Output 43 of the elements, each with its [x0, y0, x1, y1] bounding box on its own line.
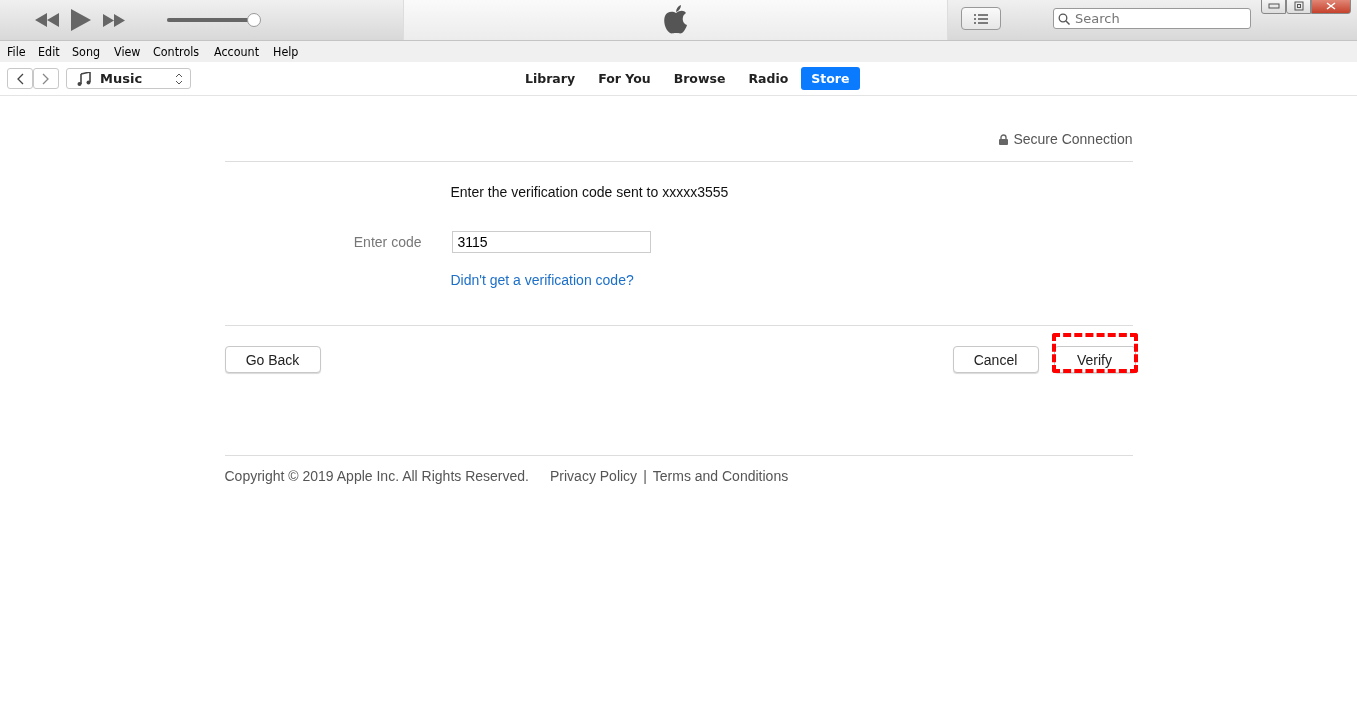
field-label: Enter code [352, 234, 423, 250]
media-picker[interactable]: Music [66, 68, 191, 89]
resend-code-link[interactable]: Didn't get a verification code? [450, 272, 634, 288]
menu-item[interactable]: View [113, 44, 140, 59]
nav-tab[interactable]: For You [588, 67, 661, 90]
copyright-text: Copyright © 2019 Apple Inc. All Rights Reserved. [224, 468, 529, 484]
nav-tab[interactable]: Browse [663, 67, 736, 90]
separator: | [643, 468, 647, 484]
instruction-text: Enter the verification code sent to xxxxx3555 [450, 184, 729, 200]
menu-item[interactable]: Edit [38, 44, 60, 59]
volume-slider[interactable] [167, 13, 260, 27]
menu-item[interactable]: File [7, 44, 26, 59]
list-icon [974, 13, 988, 24]
minimize-icon [1267, 3, 1280, 9]
restore-icon [1293, 1, 1304, 11]
chevron-left-icon [16, 72, 24, 85]
up-down-chevron-icon [175, 72, 183, 85]
fast-forward-icon[interactable] [103, 13, 125, 27]
menu-item[interactable]: Account [213, 44, 259, 59]
list-view-button[interactable] [961, 7, 1001, 30]
nav-tab[interactable]: Library [515, 67, 586, 90]
music-note-icon [77, 71, 91, 86]
minimize-button[interactable] [1261, 0, 1286, 14]
search-field[interactable]: Search [1053, 8, 1251, 29]
terms-link[interactable]: Terms and Conditions [652, 468, 789, 484]
rewind-icon[interactable] [35, 13, 59, 27]
privacy-policy-link[interactable]: Privacy Policy [550, 468, 638, 484]
code-input-field[interactable]: 3115 [451, 231, 651, 253]
cancel-button[interactable]: Cancel [952, 346, 1039, 373]
menu-item[interactable]: Help [273, 44, 299, 59]
nav-tab[interactable]: Store [801, 67, 860, 90]
nav-tab[interactable]: Radio [738, 67, 799, 90]
secure-connection-label: Secure Connection [1013, 131, 1133, 147]
go-back-button[interactable]: Go Back [224, 346, 321, 373]
menu-item[interactable]: Controls [153, 44, 200, 59]
play-icon[interactable] [71, 9, 91, 31]
menu-item[interactable]: Song [72, 44, 101, 59]
apple-logo-icon [662, 4, 689, 36]
close-icon [1325, 2, 1337, 10]
chevron-right-icon [42, 72, 50, 85]
lock-icon [999, 133, 1009, 145]
restore-button[interactable] [1286, 0, 1311, 14]
close-button[interactable] [1311, 0, 1351, 14]
